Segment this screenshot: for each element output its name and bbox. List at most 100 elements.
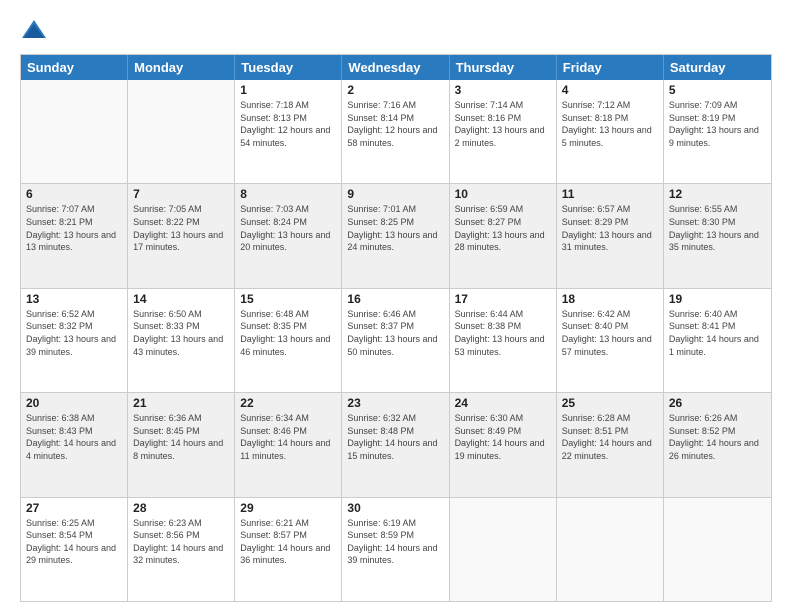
day-info: Sunrise: 6:57 AM Sunset: 8:29 PM Dayligh… — [562, 203, 658, 253]
day-info: Sunrise: 6:21 AM Sunset: 8:57 PM Dayligh… — [240, 517, 336, 567]
logo — [20, 16, 52, 44]
day-number: 24 — [455, 396, 551, 410]
day-info: Sunrise: 7:18 AM Sunset: 8:13 PM Dayligh… — [240, 99, 336, 149]
cal-week-3: 13Sunrise: 6:52 AM Sunset: 8:32 PM Dayli… — [21, 289, 771, 393]
day-info: Sunrise: 6:40 AM Sunset: 8:41 PM Dayligh… — [669, 308, 766, 358]
cal-cell: 28 Sunrise: 6:23 AM Sunset: 8:56 PM Dayli… — [128, 498, 235, 601]
cal-cell: 17Sunrise: 6:44 AM Sunset: 8:38 PM Dayli… — [450, 289, 557, 392]
day-number: 11 — [562, 187, 658, 201]
day-number: 16 — [347, 292, 443, 306]
day-info: Sunrise: 6:25 AM Sunset: 8:54 PM Dayligh… — [26, 517, 122, 567]
day-info: Sunrise: 7:03 AM Sunset: 8:24 PM Dayligh… — [240, 203, 336, 253]
day-number: 20 — [26, 396, 122, 410]
cal-cell: 19Sunrise: 6:40 AM Sunset: 8:41 PM Dayli… — [664, 289, 771, 392]
cal-cell: 23 Sunrise: 6:32 AM Sunset: 8:48 PM Dayli… — [342, 393, 449, 496]
day-info: Sunrise: 6:42 AM Sunset: 8:40 PM Dayligh… — [562, 308, 658, 358]
calendar: SundayMondayTuesdayWednesdayThursdayFrid… — [20, 54, 772, 602]
cal-cell: 20 Sunrise: 6:38 AM Sunset: 8:43 PM Dayli… — [21, 393, 128, 496]
cal-cell: 3 Sunrise: 7:14 AM Sunset: 8:16 PM Daylig… — [450, 80, 557, 183]
cal-header-sunday: Sunday — [21, 55, 128, 80]
day-info: Sunrise: 7:05 AM Sunset: 8:22 PM Dayligh… — [133, 203, 229, 253]
day-number: 26 — [669, 396, 766, 410]
cal-cell: 7 Sunrise: 7:05 AM Sunset: 8:22 PM Daylig… — [128, 184, 235, 287]
day-info: Sunrise: 6:38 AM Sunset: 8:43 PM Dayligh… — [26, 412, 122, 462]
day-info: Sunrise: 6:34 AM Sunset: 8:46 PM Dayligh… — [240, 412, 336, 462]
day-number: 23 — [347, 396, 443, 410]
cal-cell: 15 Sunrise: 6:48 AM Sunset: 8:35 PM Dayli… — [235, 289, 342, 392]
cal-week-5: 27 Sunrise: 6:25 AM Sunset: 8:54 PM Dayli… — [21, 498, 771, 601]
cal-cell — [557, 498, 664, 601]
cal-cell: 24 Sunrise: 6:30 AM Sunset: 8:49 PM Dayli… — [450, 393, 557, 496]
cal-cell: 13Sunrise: 6:52 AM Sunset: 8:32 PM Dayli… — [21, 289, 128, 392]
day-info: Sunrise: 7:09 AM Sunset: 8:19 PM Dayligh… — [669, 99, 766, 149]
cal-cell: 4Sunrise: 7:12 AM Sunset: 8:18 PM Daylig… — [557, 80, 664, 183]
day-info: Sunrise: 6:59 AM Sunset: 8:27 PM Dayligh… — [455, 203, 551, 253]
day-info: Sunrise: 6:48 AM Sunset: 8:35 PM Dayligh… — [240, 308, 336, 358]
day-number: 5 — [669, 83, 766, 97]
cal-header-tuesday: Tuesday — [235, 55, 342, 80]
day-number: 28 — [133, 501, 229, 515]
day-info: Sunrise: 6:30 AM Sunset: 8:49 PM Dayligh… — [455, 412, 551, 462]
day-info: Sunrise: 6:19 AM Sunset: 8:59 PM Dayligh… — [347, 517, 443, 567]
calendar-header-row: SundayMondayTuesdayWednesdayThursdayFrid… — [21, 55, 771, 80]
day-info: Sunrise: 6:52 AM Sunset: 8:32 PM Dayligh… — [26, 308, 122, 358]
cal-cell: 25 Sunrise: 6:28 AM Sunset: 8:51 PM Dayli… — [557, 393, 664, 496]
day-number: 7 — [133, 187, 229, 201]
day-number: 22 — [240, 396, 336, 410]
day-number: 27 — [26, 501, 122, 515]
day-info: Sunrise: 7:01 AM Sunset: 8:25 PM Dayligh… — [347, 203, 443, 253]
cal-header-saturday: Saturday — [664, 55, 771, 80]
cal-header-monday: Monday — [128, 55, 235, 80]
day-info: Sunrise: 6:26 AM Sunset: 8:52 PM Dayligh… — [669, 412, 766, 462]
cal-cell: 22 Sunrise: 6:34 AM Sunset: 8:46 PM Dayli… — [235, 393, 342, 496]
cal-header-thursday: Thursday — [450, 55, 557, 80]
cal-header-friday: Friday — [557, 55, 664, 80]
day-info: Sunrise: 6:28 AM Sunset: 8:51 PM Dayligh… — [562, 412, 658, 462]
cal-week-4: 20 Sunrise: 6:38 AM Sunset: 8:43 PM Dayli… — [21, 393, 771, 497]
day-number: 18 — [562, 292, 658, 306]
day-number: 3 — [455, 83, 551, 97]
day-number: 14 — [133, 292, 229, 306]
cal-cell — [128, 80, 235, 183]
cal-cell: 30 Sunrise: 6:19 AM Sunset: 8:59 PM Dayli… — [342, 498, 449, 601]
day-info: Sunrise: 6:36 AM Sunset: 8:45 PM Dayligh… — [133, 412, 229, 462]
cal-cell: 1Sunrise: 7:18 AM Sunset: 8:13 PM Daylig… — [235, 80, 342, 183]
day-number: 29 — [240, 501, 336, 515]
cal-cell — [450, 498, 557, 601]
day-info: Sunrise: 6:50 AM Sunset: 8:33 PM Dayligh… — [133, 308, 229, 358]
header — [20, 16, 772, 44]
day-info: Sunrise: 6:55 AM Sunset: 8:30 PM Dayligh… — [669, 203, 766, 253]
page: SundayMondayTuesdayWednesdayThursdayFrid… — [0, 0, 792, 612]
calendar-body: 1Sunrise: 7:18 AM Sunset: 8:13 PM Daylig… — [21, 80, 771, 601]
day-number: 8 — [240, 187, 336, 201]
cal-cell: 14 Sunrise: 6:50 AM Sunset: 8:33 PM Dayli… — [128, 289, 235, 392]
day-number: 10 — [455, 187, 551, 201]
day-info: Sunrise: 6:23 AM Sunset: 8:56 PM Dayligh… — [133, 517, 229, 567]
logo-icon — [20, 16, 48, 44]
cal-cell: 6 Sunrise: 7:07 AM Sunset: 8:21 PM Daylig… — [21, 184, 128, 287]
cal-header-wednesday: Wednesday — [342, 55, 449, 80]
cal-cell — [21, 80, 128, 183]
cal-cell: 9Sunrise: 7:01 AM Sunset: 8:25 PM Daylig… — [342, 184, 449, 287]
day-number: 30 — [347, 501, 443, 515]
day-number: 6 — [26, 187, 122, 201]
cal-cell: 10 Sunrise: 6:59 AM Sunset: 8:27 PM Dayli… — [450, 184, 557, 287]
day-info: Sunrise: 7:16 AM Sunset: 8:14 PM Dayligh… — [347, 99, 443, 149]
cal-week-2: 6 Sunrise: 7:07 AM Sunset: 8:21 PM Daylig… — [21, 184, 771, 288]
cal-cell: 5 Sunrise: 7:09 AM Sunset: 8:19 PM Daylig… — [664, 80, 771, 183]
cal-cell: 27 Sunrise: 6:25 AM Sunset: 8:54 PM Dayli… — [21, 498, 128, 601]
cal-cell: 18 Sunrise: 6:42 AM Sunset: 8:40 PM Dayli… — [557, 289, 664, 392]
cal-cell: 29 Sunrise: 6:21 AM Sunset: 8:57 PM Dayli… — [235, 498, 342, 601]
day-info: Sunrise: 7:14 AM Sunset: 8:16 PM Dayligh… — [455, 99, 551, 149]
day-number: 25 — [562, 396, 658, 410]
cal-cell: 11 Sunrise: 6:57 AM Sunset: 8:29 PM Dayli… — [557, 184, 664, 287]
day-info: Sunrise: 7:07 AM Sunset: 8:21 PM Dayligh… — [26, 203, 122, 253]
cal-cell: 8 Sunrise: 7:03 AM Sunset: 8:24 PM Daylig… — [235, 184, 342, 287]
day-info: Sunrise: 6:32 AM Sunset: 8:48 PM Dayligh… — [347, 412, 443, 462]
cal-cell: 26 Sunrise: 6:26 AM Sunset: 8:52 PM Dayli… — [664, 393, 771, 496]
day-number: 15 — [240, 292, 336, 306]
cal-cell — [664, 498, 771, 601]
day-number: 4 — [562, 83, 658, 97]
day-number: 12 — [669, 187, 766, 201]
cal-cell: 2Sunrise: 7:16 AM Sunset: 8:14 PM Daylig… — [342, 80, 449, 183]
